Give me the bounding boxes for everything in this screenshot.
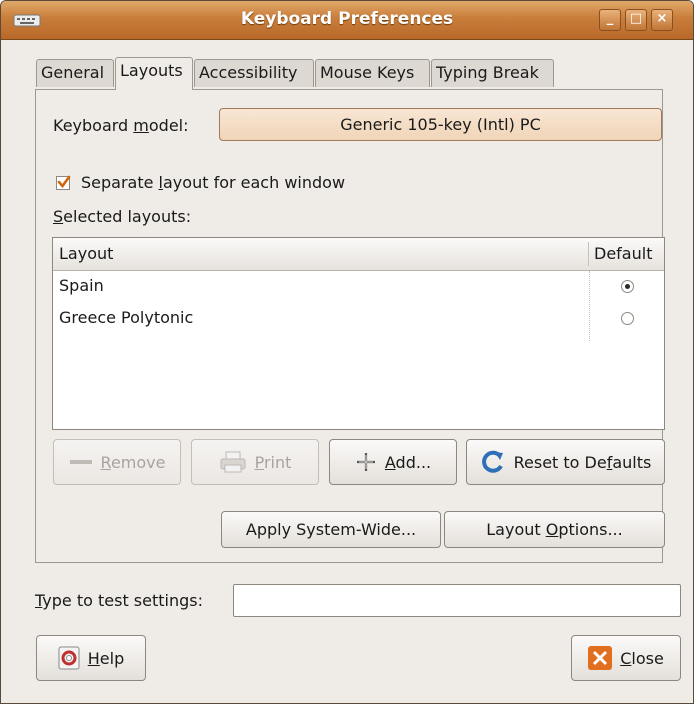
column-header-default[interactable]: Default [594,238,652,270]
help-label: Help [87,648,125,668]
test-settings-input[interactable] [233,584,681,617]
close-icon [588,646,613,670]
layout-row-spain[interactable]: Spain [53,271,664,303]
print-label: Print [254,452,292,472]
add-label: Add... [384,452,432,472]
layout-options-label: Layout Options... [486,520,623,539]
layout-name: Greece Polytonic [59,308,194,327]
plus-icon [356,453,375,471]
help-button[interactable]: Help [36,635,146,681]
layout-options-button[interactable]: Layout Options... [444,511,665,548]
window-close-button[interactable]: × [651,9,673,31]
print-button[interactable]: Print [191,439,319,485]
remove-button[interactable]: Remove [53,439,181,485]
keyboard-model-button[interactable]: Generic 105-key (Intl) PC [219,108,662,141]
tab-typing-break[interactable]: Typing Break [431,59,554,87]
tab-accessibility[interactable]: Accessibility [194,59,314,87]
layout-row-greece[interactable]: Greece Polytonic [53,303,664,335]
check-icon [57,175,71,189]
title-bar[interactable]: Keyboard Preferences _ □ × [1,1,693,40]
maximize-button[interactable]: □ [625,9,647,31]
layouts-list-header: Layout Default [53,238,664,271]
remove-label: Remove [100,452,166,472]
minimize-button[interactable]: _ [599,9,621,31]
apply-system-wide-button[interactable]: Apply System-Wide... [221,511,441,548]
separate-layout-label[interactable]: Separate layout for each window [81,173,345,192]
default-radio-spain[interactable] [621,280,634,293]
column-separator [588,242,589,266]
reset-to-defaults-button[interactable]: Reset to Defaults [466,439,665,485]
layout-name: Spain [59,276,104,295]
reset-icon [481,450,503,473]
reset-label: Reset to Defaults [513,452,652,472]
selected-layouts-label: Selected layouts: [53,207,192,226]
keyboard-preferences-window: Keyboard Preferences _ □ × General Layou… [0,0,694,704]
keyboard-model-label: Keyboard model: [53,116,189,135]
close-label: Close [620,648,664,668]
help-icon [58,646,80,670]
tab-layouts[interactable]: Layouts [115,57,193,90]
minus-icon [69,460,92,464]
printer-icon [220,451,246,473]
tab-general[interactable]: General [36,59,114,87]
window-title: Keyboard Preferences [240,9,454,29]
default-radio-greece[interactable] [621,312,634,325]
tab-mouse-keys[interactable]: Mouse Keys [315,59,430,87]
layouts-list[interactable]: Layout Default Spain Greece Polytonic [52,237,665,430]
separate-layout-checkbox[interactable] [56,175,71,190]
column-header-layout[interactable]: Layout [59,238,113,270]
test-settings-label: Type to test settings: [35,591,203,610]
add-button[interactable]: Add... [329,439,457,485]
close-button[interactable]: Close [571,635,681,681]
